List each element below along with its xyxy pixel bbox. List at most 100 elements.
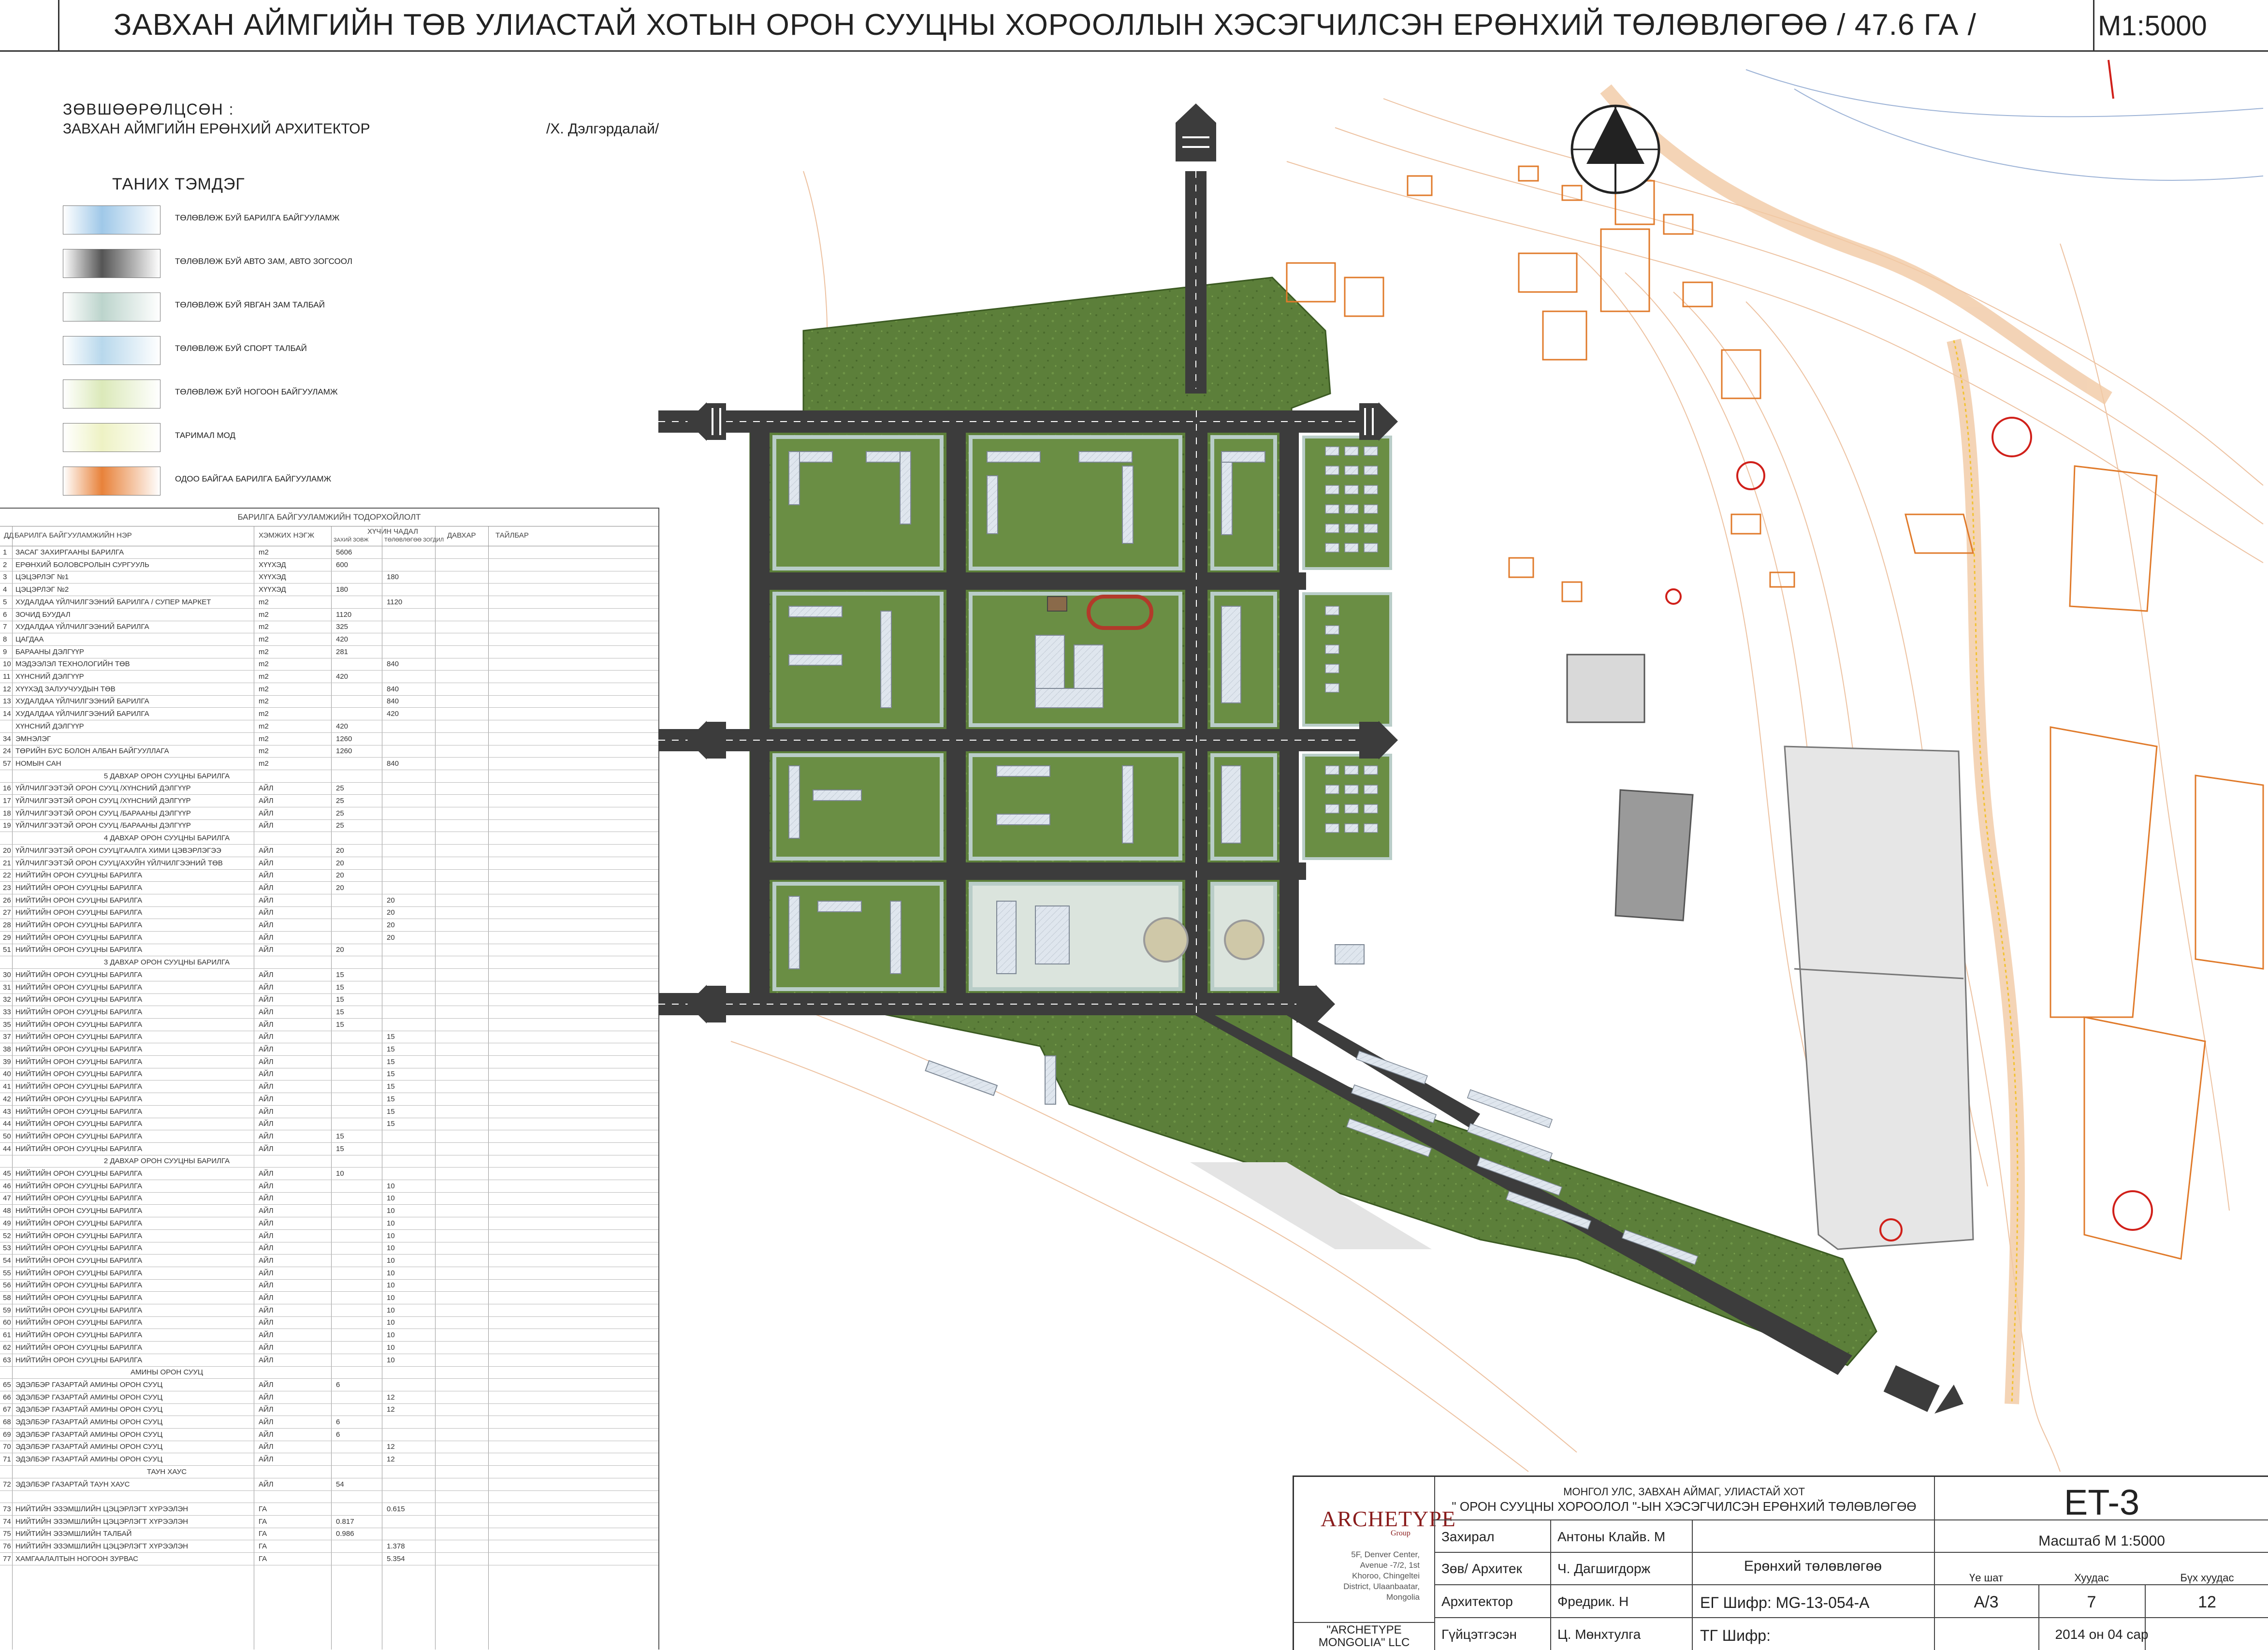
cell-c2: 15	[387, 1070, 395, 1079]
cell-no: 1	[3, 548, 7, 556]
cell-no: 73	[3, 1504, 11, 1513]
cell-unit: АЙЛ	[259, 921, 274, 929]
legend-item: ОДОО БАЙГАА БАРИЛГА БАЙГУУЛАМЖ	[63, 467, 595, 496]
cell-name: НИЙТИЙН ОРОН СУУЦНЫ БАРИЛГА	[15, 1256, 143, 1265]
cell-c1: 6	[336, 1418, 340, 1426]
cell-unit: АЙЛ	[259, 1443, 274, 1451]
cell-c2: 840	[387, 685, 399, 693]
divider	[2093, 0, 2094, 50]
table-row: 39 НИЙТИЙН ОРОН СУУЦНЫ БАРИЛГА АЙЛ 15	[0, 1056, 658, 1068]
cell-no: 68	[3, 1418, 11, 1426]
table-row: 47 НИЙТИЙН ОРОН СУУЦНЫ БАРИЛГА АЙЛ 10	[0, 1192, 658, 1205]
role-label: Архитектор	[1441, 1594, 1513, 1609]
cell-c1: 20	[336, 871, 344, 880]
table-row: 1 ЗАСАГ ЗАХИРГААНЫ БАРИЛГА m2 5606	[0, 546, 658, 559]
cell-c1: 6	[336, 1380, 340, 1389]
cell-no: 52	[3, 1231, 11, 1240]
north-arrow-icon	[1570, 104, 1660, 194]
cell-name: НИЙТИЙН ЭЗЭМШЛИЙН ЦЭЦЭРЛЭГТ ХҮРЭЭЛЭН	[15, 1517, 189, 1526]
table-row: 19 ҮЙЛЧИЛГЭЭТЭЙ ОРОН СУУЦ /БАРААНЫ ДЭЛГҮҮ…	[0, 819, 658, 832]
stage-label: Үе шат	[1969, 1572, 2004, 1584]
cell-c2: 10	[387, 1244, 395, 1253]
cell-name: НИЙТИЙН ОРОН СУУЦНЫ БАРИЛГА	[15, 970, 143, 979]
cell-c2: 20	[387, 896, 395, 905]
legend-title: ТАНИХ ТЭМДЭГ	[112, 175, 245, 193]
sheet-scale: Масштаб М 1:5000	[2038, 1533, 2165, 1549]
cell-name: НИЙТИЙН ОРОН СУУЦНЫ БАРИЛГА	[15, 1057, 143, 1066]
table-row: 77 ХАМГААЛАЛТЫН НОГООН ЗУРВАС ГА 5.354	[0, 1553, 658, 1565]
cell-unit: m2	[259, 635, 269, 643]
cell-c2: 0.615	[387, 1504, 405, 1513]
cell-c1: 420	[336, 722, 349, 730]
table-row: 75 НИЙТИЙН ЭЗЭМШЛИЙН ТАЛБАЙ ГА 0.986	[0, 1528, 658, 1541]
cell-c2: 15	[387, 1057, 395, 1066]
project-location: МОНГОЛ УЛС, ЗАВХАН АЙМАГ, УЛИАСТАЙ ХОТ	[1563, 1486, 1805, 1498]
cell-c2: 10	[387, 1207, 395, 1215]
cell-c1: 600	[336, 560, 349, 569]
cell-unit: АЙЛ	[259, 1430, 274, 1439]
cell-name: НИЙТИЙН ОРОН СУУЦНЫ БАРИЛГА	[15, 1331, 143, 1340]
role-name: Фредрик. Н	[1557, 1594, 1629, 1609]
cell-name: НИЙТИЙН ОРОН СУУЦНЫ БАРИЛГА	[15, 1095, 143, 1103]
cell-no: 49	[3, 1219, 11, 1227]
cell-unit: m2	[259, 685, 269, 693]
cell-c2: 10	[387, 1281, 395, 1290]
cell-unit: АЙЛ	[259, 1356, 274, 1364]
table-row: 32 НИЙТИЙН ОРОН СУУЦНЫ БАРИЛГА АЙЛ 15	[0, 993, 658, 1007]
cell-name: НИЙТИЙН ОРОН СУУЦНЫ БАРИЛГА	[15, 946, 143, 954]
cell-c2: 840	[387, 660, 399, 669]
cell-name: НИЙТИЙН ОРОН СУУЦНЫ БАРИЛГА	[15, 1219, 143, 1227]
table-row: 56 НИЙТИЙН ОРОН СУУЦНЫ БАРИЛГА АЙЛ 10	[0, 1279, 658, 1292]
cell-c1: 15	[336, 1144, 344, 1153]
cell-unit: АЙЛ	[259, 1169, 274, 1178]
cell-no: 22	[3, 871, 11, 880]
cell-c1: 180	[336, 585, 349, 594]
table-row: 14 ХУДАЛДАА ҮЙЛЧИЛГЭЭНИЙ БАРИЛГА m2 420	[0, 708, 658, 721]
cell-name: ЭДЭЛБЭР ГАЗАРТАЙ АМИНЫ ОРОН СУУЦ	[15, 1393, 163, 1402]
cell-c1: 15	[336, 995, 344, 1004]
cell-c1: 1120	[336, 610, 352, 619]
cell-no: 46	[3, 1182, 11, 1190]
cell-c2: 10	[387, 1219, 395, 1227]
table-row: 74 НИЙТИЙН ЭЗЭМШЛИЙН ЦЭЦЭРЛЭГТ ХҮРЭЭЛЭН ГА…	[0, 1516, 658, 1528]
cell-c2: 10	[387, 1318, 395, 1327]
cell-unit: АЙЛ	[259, 1095, 274, 1103]
cell-no: 57	[3, 759, 11, 768]
cell-c1: 15	[336, 1132, 344, 1140]
green-swatch-icon	[63, 380, 160, 409]
cell-unit: АЙЛ	[259, 970, 274, 979]
cell-c2: 1120	[387, 598, 403, 606]
cell-no: 70	[3, 1443, 11, 1451]
cell-no: 44	[3, 1144, 11, 1153]
col-floors: ДАВХАР	[447, 531, 476, 540]
cell-no: 67	[3, 1405, 11, 1414]
cell-c1: 20	[336, 846, 344, 855]
cell-c1: 1260	[336, 734, 352, 743]
cell-name: ҮЙЛЧИЛГЭЭТЭЙ ОРОН СУУЦ /ХҮНСНИЙ ДЭЛГҮҮР	[15, 784, 191, 793]
cell-unit: АЙЛ	[259, 1045, 274, 1053]
role-name: Антоны Клайв. М	[1557, 1529, 1666, 1544]
cell-no: 55	[3, 1269, 11, 1277]
cell-name: МЭДЭЭЛЭЛ ТЕХНОЛОГИЙН ТӨВ	[15, 660, 130, 669]
cell-unit: АЙЛ	[259, 1008, 274, 1016]
table-row: 46 НИЙТИЙН ОРОН СУУЦНЫ БАРИЛГА АЙЛ 10	[0, 1180, 658, 1193]
cell-name: НИЙТИЙН ОРОН СУУЦНЫ БАРИЛГА	[15, 995, 143, 1004]
cell-no: 44	[3, 1120, 11, 1128]
cell-unit: АЙЛ	[259, 1219, 274, 1227]
table-row: 2 ЕРӨНХИЙ БОЛОВСРОЛЫН СУРГУУЛЬ ХҮҮХЭД 600	[0, 559, 658, 571]
table-row	[0, 1490, 658, 1504]
cell-unit: m2	[259, 647, 269, 656]
cell-no: 8	[3, 635, 7, 643]
cell-unit: АЙЛ	[259, 1194, 274, 1203]
cell-unit: m2	[259, 697, 269, 706]
cell-no: 41	[3, 1082, 11, 1091]
cell-name: НИЙТИЙН ОРОН СУУЦНЫ БАРИЛГА	[15, 1306, 143, 1314]
table-row: 43 НИЙТИЙН ОРОН СУУЦНЫ БАРИЛГА АЙЛ 15	[0, 1106, 658, 1118]
cell-c1: 15	[336, 1020, 344, 1029]
cell-no: 16	[3, 784, 11, 793]
legend-item: ТӨЛӨВЛӨЖ БУЙ НОГООН БАЙГУУЛАМЖ	[63, 380, 595, 409]
cell-unit: АЙЛ	[259, 1182, 274, 1190]
cell-name: НИЙТИЙН ОРОН СУУЦНЫ БАРИЛГА	[15, 1269, 143, 1277]
cell-no: 77	[3, 1554, 11, 1563]
cell-name: НИЙТИЙН ОРОН СУУЦНЫ БАРИЛГА	[15, 1182, 143, 1190]
